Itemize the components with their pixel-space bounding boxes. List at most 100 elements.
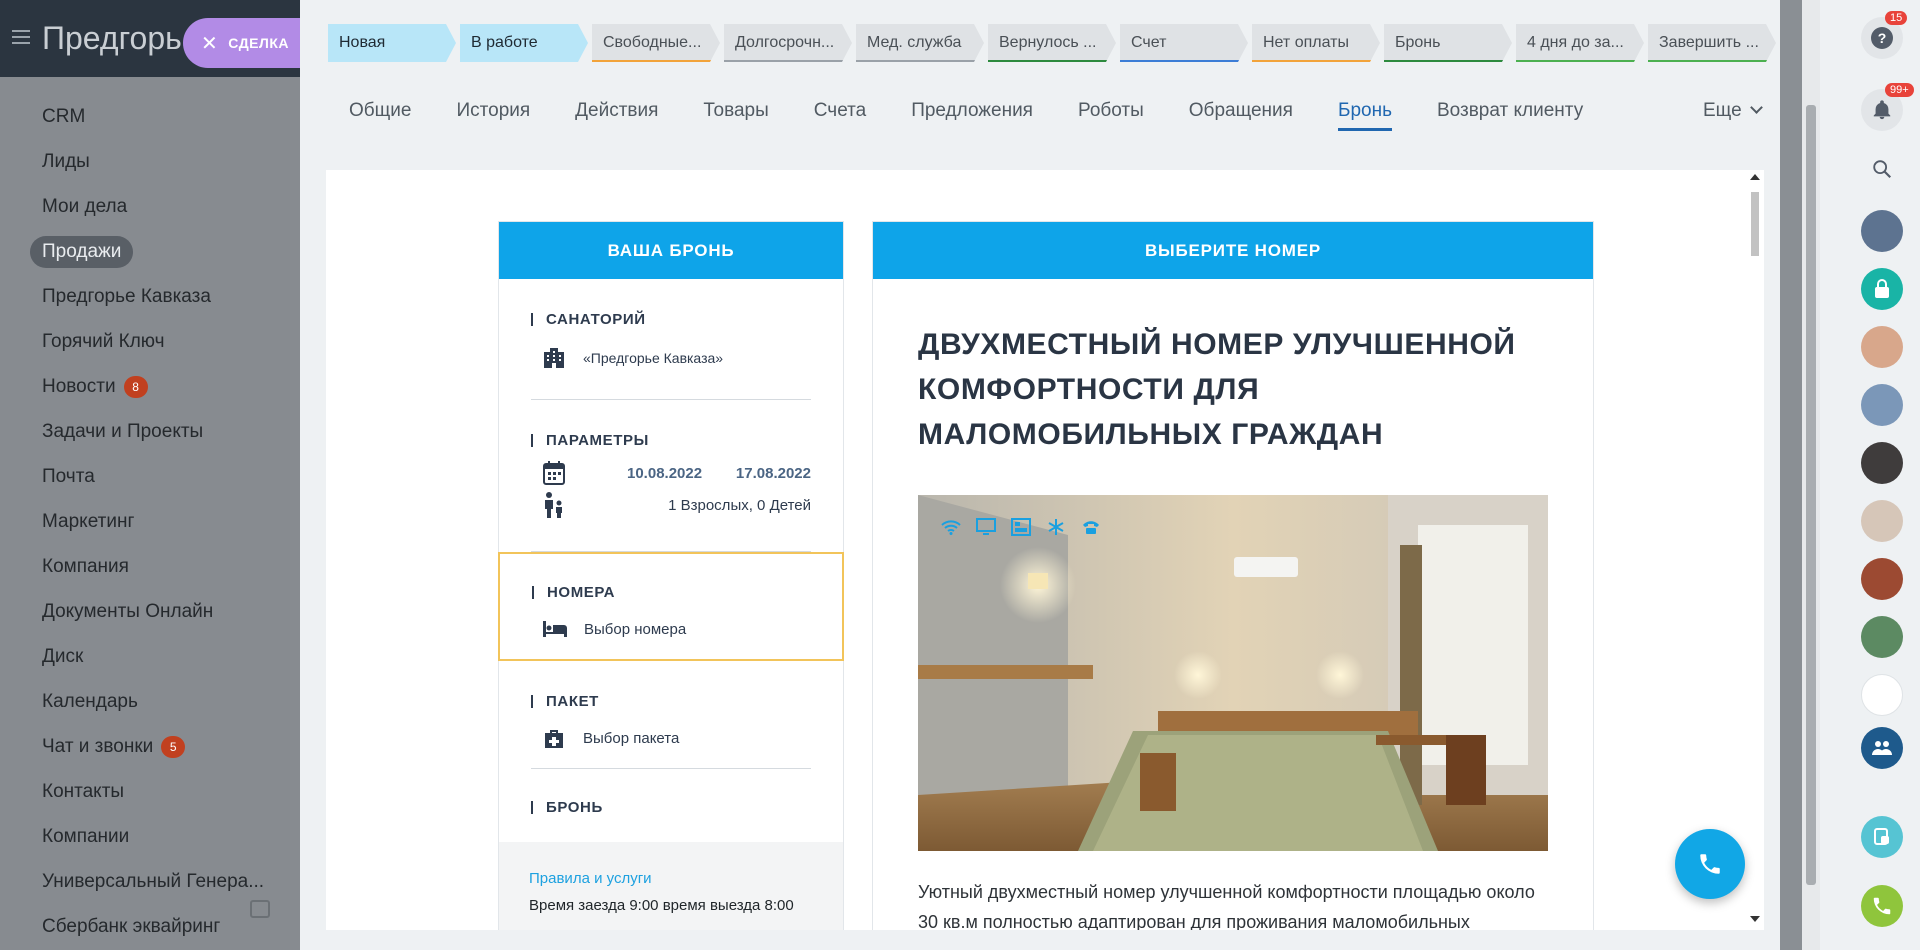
tab-4[interactable]: Счета — [814, 100, 866, 131]
stage-item[interactable]: Бронь — [1384, 24, 1512, 62]
avatar[interactable] — [1861, 616, 1903, 658]
reservation-title: БРОНЬ — [531, 799, 811, 816]
phone-call-button[interactable] — [1861, 885, 1903, 927]
sidebar-item[interactable]: Сбербанк эквайринг — [30, 904, 264, 949]
sidebar-item[interactable]: Универсальный Генера... — [30, 859, 264, 904]
scroll-up-arrow-icon[interactable] — [1750, 174, 1760, 180]
help-button[interactable]: ? 15 — [1861, 11, 1908, 59]
rooms-section[interactable]: НОМЕРА Выбор номера — [498, 552, 844, 661]
tab-5[interactable]: Предложения — [911, 100, 1033, 131]
avatar[interactable] — [1861, 326, 1903, 368]
stage-item[interactable]: Вернулось ... — [988, 24, 1116, 62]
sidebar-item[interactable]: Компания — [30, 544, 264, 589]
sidebar-item[interactable]: Документы Онлайн — [30, 589, 264, 634]
package-row[interactable]: Выбор пакета — [531, 726, 811, 750]
stage-item[interactable]: Долгосрочн... — [724, 24, 852, 62]
stage-label: 4 дня до за... — [1527, 34, 1624, 51]
stage-item[interactable]: Нет оплаты — [1252, 24, 1380, 62]
room-photo[interactable] — [918, 495, 1548, 851]
sidebar-item-label: Компании — [42, 825, 130, 847]
group-chat-avatar[interactable] — [1861, 727, 1903, 769]
notifications-badge: 99+ — [1885, 83, 1914, 97]
parameters-title: ПАРАМЕТРЫ — [531, 432, 811, 449]
guests-row[interactable]: 1 Взрослых, 0 Детей — [531, 492, 811, 518]
tab-1[interactable]: История — [456, 100, 530, 131]
tab-9[interactable]: Возврат клиенту — [1437, 100, 1583, 131]
sidebar-item[interactable]: Компании — [30, 814, 264, 859]
stage-item[interactable]: Свободные... — [592, 24, 720, 62]
right-rail: ? 15 99+ — [1820, 0, 1920, 950]
deal-main-area: Новая В работе Свободные... Долгосрочн... Ме… — [300, 0, 1820, 950]
sidebar-item[interactable]: Чат и звонки 5 — [30, 724, 264, 769]
rooms-row[interactable]: Выбор номера — [532, 617, 810, 641]
avatar[interactable] — [1861, 674, 1903, 716]
sanatorium-row[interactable]: «Предгорье Кавказа» — [531, 346, 811, 370]
tab-more[interactable]: Еще — [1703, 100, 1763, 122]
stage-item[interactable]: Новая — [328, 24, 456, 62]
sidebar-item[interactable]: Новости 8 — [30, 364, 264, 409]
avatar[interactable] — [1861, 384, 1903, 426]
sidebar-item[interactable]: Маркетинг — [30, 499, 264, 544]
sidebar-item[interactable]: Почта — [30, 454, 264, 499]
sidebar-item[interactable]: Календарь — [30, 679, 264, 724]
tab-2[interactable]: Действия — [575, 100, 658, 131]
package-section: ПАКЕТ Выбор пакета — [531, 661, 811, 769]
notifications-button[interactable]: 99+ — [1861, 83, 1914, 131]
rules-link[interactable]: Правила и услуги — [529, 870, 813, 887]
sidebar-item-label: Предгорье Кавказа — [42, 285, 211, 307]
print-icon[interactable] — [250, 900, 270, 918]
tv-icon — [975, 517, 996, 536]
chevron-down-icon — [1749, 101, 1763, 114]
dates-row[interactable]: 10.08.2022 17.08.2022 — [531, 461, 811, 485]
stage-item[interactable]: 4 дня до за... — [1516, 24, 1644, 62]
widget-scrollbar[interactable] — [1746, 170, 1764, 930]
avatar[interactable] — [1861, 210, 1903, 252]
sidebar-item-label: Мои дела — [42, 195, 128, 217]
sidebar-item-label: Новости — [42, 375, 116, 397]
scroll-down-arrow-icon[interactable] — [1750, 916, 1760, 922]
sidebar-item[interactable]: Контакты — [30, 769, 264, 814]
tab-7[interactable]: Обращения — [1189, 100, 1293, 131]
avatar[interactable] — [1861, 558, 1903, 600]
tab-6[interactable]: Роботы — [1078, 100, 1144, 131]
bed-icon — [1010, 517, 1031, 536]
sidebar-item-label: Календарь — [42, 690, 138, 712]
stage-item[interactable]: Счет — [1120, 24, 1248, 62]
sidebar-item[interactable]: CRM — [30, 94, 264, 139]
sidebar-item[interactable]: Задачи и Проекты — [30, 409, 264, 454]
avatar[interactable] — [1861, 442, 1903, 484]
menu-icon[interactable] — [12, 30, 30, 44]
sidebar-item[interactable]: Лиды — [30, 139, 264, 184]
snowflake-icon — [1045, 517, 1066, 536]
sidebar-item[interactable]: Предгорье Кавказа — [30, 274, 264, 319]
call-button[interactable] — [1675, 829, 1745, 899]
portal-title[interactable]: Предгорь — [42, 20, 182, 57]
sidebar-item[interactable]: Диск — [30, 634, 264, 679]
stage-item[interactable]: Мед. служба — [856, 24, 984, 62]
close-icon[interactable]: ✕ — [201, 31, 218, 56]
tab-3[interactable]: Товары — [703, 100, 768, 131]
open-lines-button[interactable] — [1861, 816, 1903, 858]
stage-label: Мед. служба — [867, 34, 962, 51]
sidebar-item[interactable]: Горячий Ключ — [30, 319, 264, 364]
bed-icon — [542, 617, 568, 641]
package-value: Выбор пакета — [583, 729, 680, 747]
page-scrollbar[interactable] — [1802, 0, 1820, 950]
search-button[interactable] — [1861, 148, 1903, 190]
left-sidebar: Предгорь ✕ СДЕЛКА CRM Лиды Мои дела Продажи… — [0, 0, 300, 950]
close-deal-chip[interactable]: ✕ СДЕЛКА — [183, 18, 300, 68]
reservation-section: БРОНЬ — [531, 769, 811, 846]
tab-0[interactable]: Общие — [349, 100, 411, 131]
page-scrollbar-thumb[interactable] — [1806, 105, 1816, 885]
lock-chat-avatar[interactable] — [1861, 268, 1903, 310]
date-from: 10.08.2022 — [627, 464, 703, 482]
help-badge: 15 — [1885, 11, 1908, 25]
stage-item[interactable]: Завершить ... — [1648, 24, 1776, 62]
tab-8[interactable]: Бронь — [1337, 100, 1392, 131]
scrollbar-thumb[interactable] — [1751, 192, 1759, 256]
avatar[interactable] — [1861, 500, 1903, 542]
room-title: ДВУХМЕСТНЫЙ НОМЕР УЛУЧШЕННОЙ КОМФОРТНОСТ… — [918, 328, 1516, 451]
sidebar-item[interactable]: Мои дела — [30, 184, 264, 229]
sidebar-item[interactable]: Продажи — [30, 229, 264, 274]
stage-item[interactable]: В работе — [460, 24, 588, 62]
